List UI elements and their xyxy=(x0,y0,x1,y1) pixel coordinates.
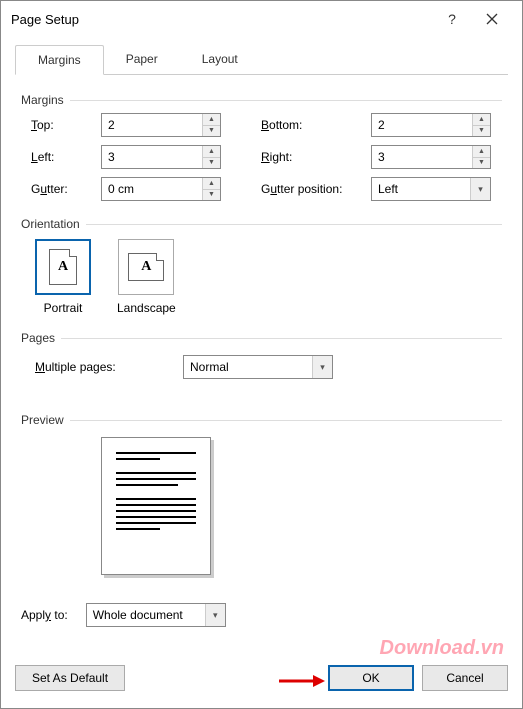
chevron-down-icon: ▾ xyxy=(205,604,225,626)
orientation-portrait[interactable]: A Portrait xyxy=(35,239,91,315)
label-portrait: Portrait xyxy=(44,301,83,315)
label-multiple-pages: Multiple pages: xyxy=(35,360,165,374)
set-default-button[interactable]: Set As Default xyxy=(15,665,125,691)
apply-to-dropdown[interactable]: Whole document▾ xyxy=(86,603,226,627)
right-input[interactable] xyxy=(372,146,472,168)
section-orientation: Orientation xyxy=(21,217,80,231)
orientation-landscape[interactable]: A Landscape xyxy=(117,239,176,315)
preview-thumbnail xyxy=(101,437,211,575)
left-spinner[interactable]: ▲▼ xyxy=(101,145,221,169)
bottom-down[interactable]: ▼ xyxy=(473,126,490,137)
label-landscape: Landscape xyxy=(117,301,176,315)
dialog-title: Page Setup xyxy=(11,12,432,27)
bottom-up[interactable]: ▲ xyxy=(473,114,490,126)
tab-paper[interactable]: Paper xyxy=(104,45,180,74)
gutter-down[interactable]: ▼ xyxy=(203,190,220,201)
label-apply-to: Apply to: xyxy=(21,608,68,622)
tab-margins[interactable]: Margins xyxy=(15,45,104,75)
label-right: Right: xyxy=(261,150,371,164)
multiple-pages-dropdown[interactable]: Normal▾ xyxy=(183,355,333,379)
label-left: Left: xyxy=(31,150,101,164)
top-down[interactable]: ▼ xyxy=(203,126,220,137)
label-top: Top: xyxy=(31,118,101,132)
label-gutter: Gutter: xyxy=(31,182,101,196)
top-input[interactable] xyxy=(102,114,202,136)
section-preview: Preview xyxy=(21,413,64,427)
gutter-spinner[interactable]: ▲▼ xyxy=(101,177,221,201)
cancel-button[interactable]: Cancel xyxy=(422,665,508,691)
gutter-pos-dropdown[interactable]: Left▾ xyxy=(371,177,491,201)
tab-layout[interactable]: Layout xyxy=(180,45,260,74)
bottom-spinner[interactable]: ▲▼ xyxy=(371,113,491,137)
left-down[interactable]: ▼ xyxy=(203,158,220,169)
right-down[interactable]: ▼ xyxy=(473,158,490,169)
chevron-down-icon: ▾ xyxy=(312,356,332,378)
tab-bar: Margins Paper Layout xyxy=(15,45,508,75)
label-bottom: Bottom: xyxy=(261,118,371,132)
gutter-input[interactable] xyxy=(102,178,202,200)
help-button[interactable]: ? xyxy=(432,5,472,33)
bottom-input[interactable] xyxy=(372,114,472,136)
right-up[interactable]: ▲ xyxy=(473,146,490,158)
close-button[interactable] xyxy=(472,5,512,33)
label-gutter-pos: Gutter position: xyxy=(261,182,371,196)
right-spinner[interactable]: ▲▼ xyxy=(371,145,491,169)
section-pages: Pages xyxy=(21,331,55,345)
ok-button[interactable]: OK xyxy=(328,665,414,691)
top-up[interactable]: ▲ xyxy=(203,114,220,126)
top-spinner[interactable]: ▲▼ xyxy=(101,113,221,137)
gutter-up[interactable]: ▲ xyxy=(203,178,220,190)
left-up[interactable]: ▲ xyxy=(203,146,220,158)
section-margins: Margins xyxy=(21,93,64,107)
chevron-down-icon: ▾ xyxy=(470,178,490,200)
left-input[interactable] xyxy=(102,146,202,168)
